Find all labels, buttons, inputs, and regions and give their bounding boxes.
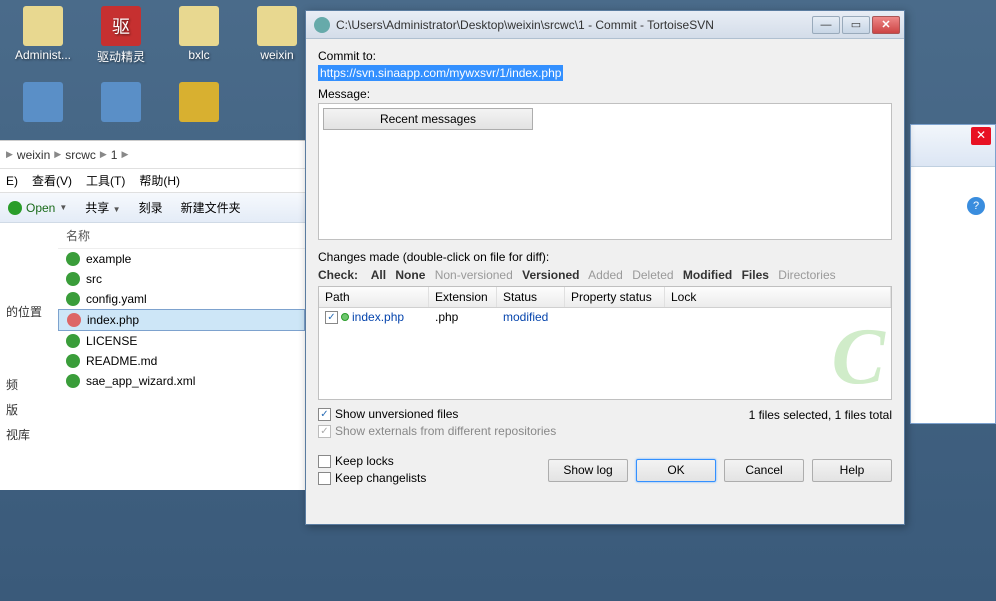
file-row[interactable]: src — [58, 269, 305, 289]
message-label: Message: — [318, 87, 892, 101]
filter-none[interactable]: None — [395, 268, 425, 282]
filter-directories[interactable]: Directories — [778, 268, 835, 282]
window-title: C:\Users\Administrator\Desktop\weixin\sr… — [336, 18, 812, 32]
menu-help[interactable]: 帮助(H) — [139, 172, 180, 189]
file-icon — [66, 374, 80, 388]
breadcrumb[interactable]: ▶weixin ▶srcwc ▶1 ▶ — [0, 141, 305, 169]
row-checkbox[interactable]: ✓ — [325, 311, 338, 324]
file-icon — [66, 292, 80, 306]
cell-ext: .php — [429, 308, 497, 326]
filter-files[interactable]: Files — [742, 268, 769, 282]
file-icon — [66, 334, 80, 348]
filter-deleted[interactable]: Deleted — [632, 268, 673, 282]
watermark-icon: C — [832, 312, 885, 400]
file-row[interactable]: LICENSE — [58, 331, 305, 351]
desktop-icon-bxlc[interactable]: bxlc — [164, 6, 234, 62]
newfolder-button[interactable]: 新建文件夹 — [181, 199, 241, 216]
filter-added[interactable]: Added — [588, 268, 623, 282]
share-button[interactable]: 共享 ▼ — [85, 199, 120, 216]
desktop-icon-administrator[interactable]: Administ... — [8, 6, 78, 62]
commit-url[interactable]: https://svn.sinaapp.com/mywxsvr/1/index.… — [318, 65, 563, 81]
sidebar-item[interactable]: 版 — [4, 397, 54, 422]
show-externals-checkbox: ✓ — [318, 425, 331, 438]
commit-to-label: Commit to: — [318, 49, 892, 63]
filter-nonversioned[interactable]: Non-versioned — [435, 268, 513, 282]
file-row-selected[interactable]: index.php — [58, 309, 305, 331]
explorer-window: ▶weixin ▶srcwc ▶1 ▶ E) 查看(V) 工具(T) 帮助(H)… — [0, 140, 305, 490]
grid-row[interactable]: ✓index.php .php modified — [319, 308, 891, 326]
changes-label: Changes made (double-click on file for d… — [318, 250, 892, 264]
keep-changelists-label: Keep changelists — [335, 471, 426, 485]
close-button[interactable]: ✕ — [872, 16, 900, 34]
maximize-button[interactable]: ▭ — [842, 16, 870, 34]
column-header-name[interactable]: 名称 — [58, 223, 305, 249]
menu-tools[interactable]: 工具(T) — [86, 172, 125, 189]
col-extension[interactable]: Extension — [429, 287, 497, 307]
app-icon — [314, 17, 330, 33]
burn-button[interactable]: 刻录 — [139, 199, 163, 216]
folder-icon — [66, 272, 80, 286]
keep-locks-label: Keep locks — [335, 454, 394, 468]
open-button[interactable]: Open ▼ — [8, 201, 67, 215]
sidebar-item[interactable]: 频 — [4, 372, 54, 397]
sidebar-item[interactable]: 的位置 — [4, 299, 54, 324]
titlebar[interactable]: C:\Users\Administrator\Desktop\weixin\sr… — [306, 11, 904, 39]
desktop-icon-app2[interactable] — [164, 82, 234, 124]
show-unversioned-label: Show unversioned files — [335, 407, 458, 421]
help-button[interactable]: Help — [812, 459, 892, 482]
close-icon[interactable]: ✕ — [971, 127, 991, 145]
col-path[interactable]: Path — [319, 287, 429, 307]
changes-grid: C Path Extension Status Property status … — [318, 286, 892, 400]
show-externals-label: Show externals from different repositori… — [335, 424, 556, 438]
selection-summary: 1 files selected, 1 files total — [749, 408, 892, 422]
explorer-menubar: E) 查看(V) 工具(T) 帮助(H) — [0, 169, 305, 193]
file-row[interactable]: sae_app_wizard.xml — [58, 371, 305, 391]
keep-changelists-checkbox[interactable] — [318, 472, 331, 485]
desktop-icon-app1[interactable] — [86, 82, 156, 124]
commit-dialog: C:\Users\Administrator\Desktop\weixin\sr… — [305, 10, 905, 525]
background-window: ✕ ? — [910, 124, 996, 424]
menu-edit[interactable]: E) — [6, 174, 18, 188]
col-lock[interactable]: Lock — [665, 287, 891, 307]
col-property-status[interactable]: Property status — [565, 287, 665, 307]
file-row[interactable]: README.md — [58, 351, 305, 371]
recent-messages-button[interactable]: Recent messages — [323, 108, 533, 130]
minimize-button[interactable]: — — [812, 16, 840, 34]
filter-bar: Check: All None Non-versioned Versioned … — [318, 268, 892, 282]
explorer-toolbar: Open ▼ 共享 ▼ 刻录 新建文件夹 — [0, 193, 305, 223]
ok-button[interactable]: OK — [636, 459, 716, 482]
keep-locks-checkbox[interactable] — [318, 455, 331, 468]
filter-all[interactable]: All — [371, 268, 386, 282]
desktop-icon-weixin[interactable]: weixin — [242, 6, 312, 62]
modified-icon — [341, 313, 349, 321]
cell-status: modified — [497, 308, 565, 326]
commit-message-input[interactable] — [323, 134, 887, 232]
col-status[interactable]: Status — [497, 287, 565, 307]
menu-view[interactable]: 查看(V) — [32, 172, 72, 189]
show-log-button[interactable]: Show log — [548, 459, 628, 482]
desktop-icon-driver[interactable]: 驱驱动精灵 — [86, 6, 156, 65]
file-list: 名称 example src config.yaml index.php LIC… — [58, 223, 305, 490]
message-box: Recent messages — [318, 103, 892, 240]
file-row[interactable]: example — [58, 249, 305, 269]
filter-versioned[interactable]: Versioned — [522, 268, 579, 282]
sidebar-item[interactable]: 视库 — [4, 422, 54, 447]
explorer-sidebar: 的位置 频 版 视库 — [0, 223, 58, 490]
folder-icon — [66, 252, 80, 266]
check-label: Check: — [318, 268, 358, 282]
desktop-icon-computer1[interactable] — [8, 82, 78, 124]
file-icon — [66, 354, 80, 368]
file-row[interactable]: config.yaml — [58, 289, 305, 309]
show-unversioned-checkbox[interactable]: ✓ — [318, 408, 331, 421]
file-icon — [67, 313, 81, 327]
help-icon[interactable]: ? — [967, 197, 985, 215]
filter-modified[interactable]: Modified — [683, 268, 732, 282]
cancel-button[interactable]: Cancel — [724, 459, 804, 482]
